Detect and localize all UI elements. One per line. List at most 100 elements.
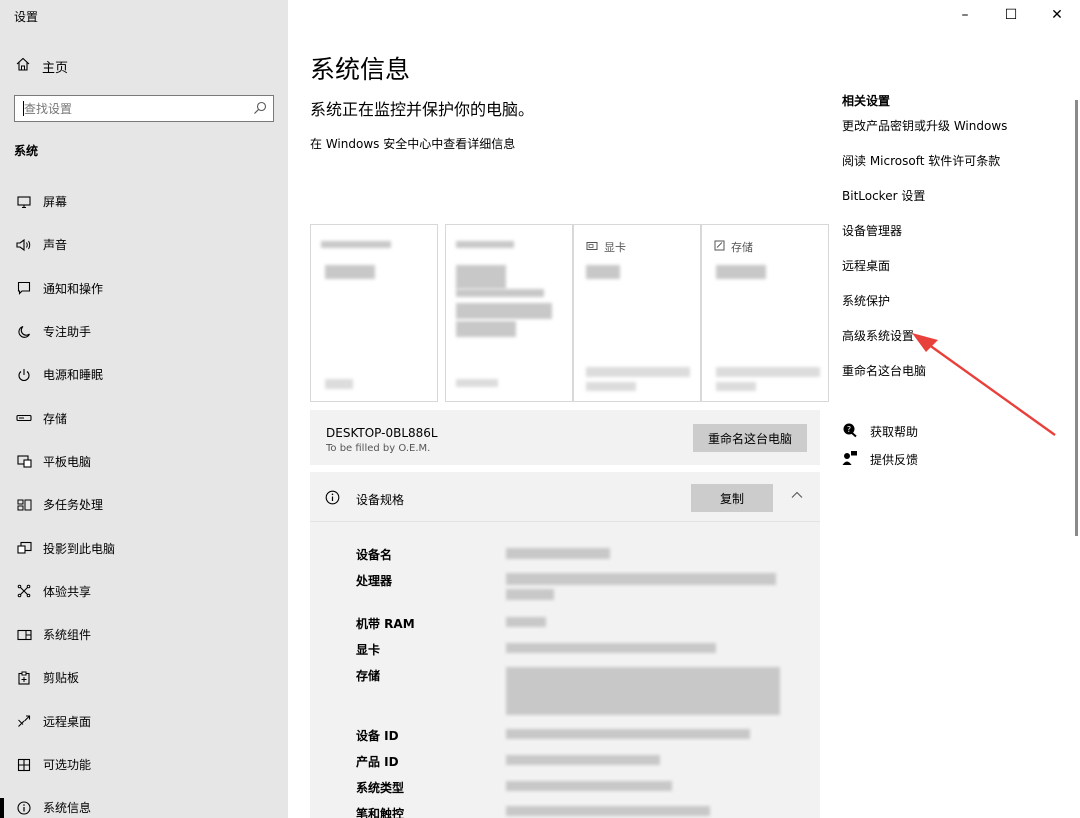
device-specs-header[interactable]: 设备规格 复制 bbox=[310, 472, 820, 522]
sidebar-item-about[interactable]: 系统信息 bbox=[0, 786, 288, 818]
svg-text:?: ? bbox=[847, 425, 851, 434]
feedback-icon bbox=[842, 450, 858, 469]
sidebar-item-sound[interactable]: 声音 bbox=[0, 223, 288, 266]
spec-label-ram: 机带 RAM bbox=[356, 617, 415, 631]
redacted-value bbox=[506, 755, 660, 765]
spec-label-processor: 处理器 bbox=[356, 574, 393, 588]
redacted-text bbox=[586, 367, 690, 377]
summary-card bbox=[445, 224, 573, 402]
sidebar-item-label: 通知和操作 bbox=[43, 281, 104, 296]
optional-features-icon bbox=[16, 757, 32, 773]
sidebar-item-label: 电源和睡眠 bbox=[43, 368, 104, 383]
redacted-value bbox=[506, 643, 716, 653]
sidebar-item-focus-assist[interactable]: 专注助手 bbox=[0, 310, 288, 353]
link-system-protection[interactable]: 系统保护 bbox=[842, 292, 890, 309]
minimize-button[interactable]: – bbox=[942, 0, 988, 30]
link-license-terms[interactable]: 阅读 Microsoft 软件许可条款 bbox=[842, 152, 1000, 169]
sidebar-item-clipboard[interactable]: 剪贴板 bbox=[0, 656, 288, 699]
link-bitlocker[interactable]: BitLocker 设置 bbox=[842, 187, 925, 204]
card-header: 存储 bbox=[714, 239, 753, 255]
sidebar-item-power[interactable]: 电源和睡眠 bbox=[0, 353, 288, 396]
spec-label-storage: 存储 bbox=[356, 669, 381, 683]
copy-button[interactable]: 复制 bbox=[691, 484, 773, 512]
card-header: 显卡 bbox=[586, 239, 626, 255]
redacted-text bbox=[586, 265, 620, 279]
sidebar-item-label: 平板电脑 bbox=[43, 454, 92, 469]
sidebar-item-label: 专注助手 bbox=[43, 325, 92, 340]
sidebar-item-optional-features[interactable]: 可选功能 bbox=[0, 743, 288, 786]
give-feedback-link[interactable]: 提供反馈 bbox=[842, 450, 918, 469]
sidebar-item-label: 远程桌面 bbox=[43, 714, 92, 729]
sidebar: 设置 主页 系统 屏幕 声音 通知和操作 专注助手 bbox=[0, 0, 288, 818]
get-help-label: 获取帮助 bbox=[870, 425, 919, 439]
storage-icon bbox=[16, 410, 32, 426]
chevron-up-icon[interactable] bbox=[790, 488, 804, 506]
get-help-link[interactable]: ? 获取帮助 bbox=[842, 422, 918, 441]
redacted-text bbox=[456, 241, 514, 248]
info-icon bbox=[16, 800, 32, 816]
components-icon bbox=[16, 627, 32, 643]
summary-card-gpu: 显卡 bbox=[573, 224, 701, 402]
scrollbar[interactable] bbox=[1075, 100, 1078, 536]
protection-status: 系统正在监控并保护你的电脑。 bbox=[310, 100, 535, 119]
device-specs-title: 设备规格 bbox=[356, 493, 405, 507]
gpu-icon bbox=[586, 241, 598, 254]
link-rename-pc[interactable]: 重命名这台电脑 bbox=[842, 362, 926, 379]
sidebar-item-label: 投影到此电脑 bbox=[43, 541, 116, 556]
share-icon bbox=[16, 583, 32, 599]
summary-cards: 显卡 存储 bbox=[310, 224, 829, 402]
link-remote-desktop[interactable]: 远程桌面 bbox=[842, 257, 890, 274]
redacted-value bbox=[506, 781, 672, 791]
project-icon bbox=[16, 540, 32, 556]
sidebar-item-shared-experiences[interactable]: 体验共享 bbox=[0, 570, 288, 613]
search-icon[interactable] bbox=[253, 101, 267, 119]
sidebar-item-project[interactable]: 投影到此电脑 bbox=[0, 526, 288, 569]
app-title: 设置 bbox=[14, 10, 39, 24]
redacted-text bbox=[456, 379, 498, 387]
sidebar-item-label: 可选功能 bbox=[43, 758, 92, 772]
security-center-link[interactable]: 在 Windows 安全中心中查看详细信息 bbox=[310, 135, 515, 152]
sidebar-item-label: 剪贴板 bbox=[43, 671, 80, 686]
help-chat-icon: ? bbox=[842, 422, 858, 441]
give-feedback-label: 提供反馈 bbox=[870, 453, 919, 467]
redacted-value bbox=[506, 667, 780, 715]
close-button[interactable]: ✕ bbox=[1034, 0, 1080, 30]
rename-pc-button[interactable]: 重命名这台电脑 bbox=[693, 424, 807, 452]
spec-label-pen-touch: 笔和触控 bbox=[356, 807, 405, 818]
maximize-button[interactable]: ☐ bbox=[988, 0, 1034, 30]
link-device-manager[interactable]: 设备管理器 bbox=[842, 222, 902, 239]
link-change-product-key[interactable]: 更改产品密钥或升级 Windows bbox=[842, 117, 1007, 134]
sidebar-home-label: 主页 bbox=[42, 60, 69, 76]
spec-label-gpu: 显卡 bbox=[356, 643, 381, 657]
card-label: 存储 bbox=[731, 241, 753, 254]
redacted-value bbox=[506, 729, 750, 739]
sidebar-item-multitasking[interactable]: 多任务处理 bbox=[0, 483, 288, 526]
sidebar-home[interactable]: 主页 bbox=[16, 56, 68, 76]
sidebar-item-components[interactable]: 系统组件 bbox=[0, 613, 288, 656]
spec-label-device-name: 设备名 bbox=[356, 548, 393, 562]
device-name: DESKTOP-0BL886L bbox=[326, 426, 438, 440]
link-advanced-system-settings[interactable]: 高级系统设置 bbox=[842, 327, 914, 344]
sidebar-item-notifications[interactable]: 通知和操作 bbox=[0, 267, 288, 310]
sidebar-item-label: 声音 bbox=[43, 238, 68, 253]
redacted-text bbox=[456, 321, 516, 337]
search-input[interactable] bbox=[24, 100, 244, 118]
sidebar-item-display[interactable]: 屏幕 bbox=[0, 180, 288, 223]
redacted-text bbox=[456, 303, 552, 319]
sidebar-item-label: 系统信息 bbox=[43, 801, 92, 816]
home-icon bbox=[16, 57, 30, 75]
redacted-text bbox=[716, 265, 766, 279]
search-box[interactable] bbox=[14, 95, 274, 122]
moon-icon bbox=[16, 324, 32, 340]
sidebar-item-remote-desktop[interactable]: 远程桌面 bbox=[0, 700, 288, 743]
window-controls: – ☐ ✕ bbox=[942, 0, 1080, 30]
sidebar-item-label: 屏幕 bbox=[43, 195, 68, 210]
redacted-text bbox=[321, 241, 391, 248]
device-specs-panel: 设备规格 复制 设备名 处理器 机带 RAM 显卡 存储 设备 ID 产品 ID… bbox=[310, 472, 820, 818]
tablet-icon bbox=[16, 453, 32, 469]
sidebar-item-tablet[interactable]: 平板电脑 bbox=[0, 440, 288, 483]
clipboard-icon bbox=[16, 670, 32, 686]
main-content: 系统信息 系统正在监控并保护你的电脑。 在 Windows 安全中心中查看详细信… bbox=[310, 0, 829, 818]
sidebar-item-storage[interactable]: 存储 bbox=[0, 396, 288, 439]
sidebar-item-label: 系统组件 bbox=[43, 628, 92, 643]
